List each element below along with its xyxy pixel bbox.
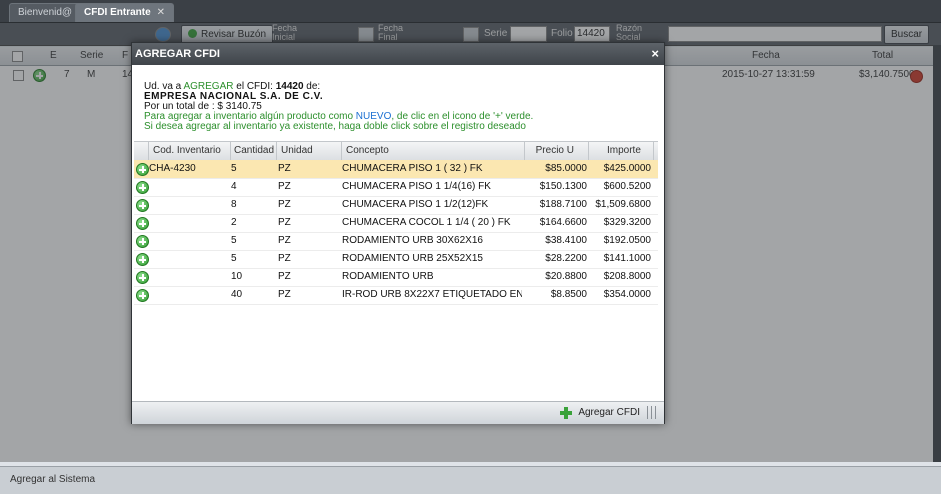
concepto: RODAMIENTO URB 25X52X15	[342, 253, 483, 264]
table-row[interactable]: 40 PZ IR-ROD URB 8X22X7 ETIQUETADO EN 1.…	[134, 286, 658, 305]
dialog-footer: Agregar CFDI	[132, 401, 664, 424]
table-row[interactable]: 2 PZ CHUMACERA COCOL 1 1/4 ( 20 ) FK $16…	[134, 214, 658, 233]
table-row[interactable]: 10 PZ RODAMIENTO URB $20.8800 $208.8000	[134, 268, 658, 287]
col-action	[134, 142, 149, 160]
table-row[interactable]: 4 PZ CHUMACERA PISO 1 1/4(16) FK $150.13…	[134, 178, 658, 197]
add-icon[interactable]	[136, 271, 149, 284]
cod-inventario: CHA-4230	[149, 163, 196, 174]
plus-icon	[560, 407, 573, 419]
precio-u: $38.4100	[545, 235, 587, 246]
cantidad: 8	[231, 199, 237, 210]
unidad: PZ	[278, 271, 291, 282]
concepto: RODAMIENTO URB	[342, 271, 434, 282]
table-row[interactable]: 5 PZ RODAMIENTO URB 30X62X16 $38.4100 $1…	[134, 232, 658, 251]
concepto: CHUMACERA PISO 1 1/4(16) FK	[342, 181, 491, 192]
importe: $600.5200	[603, 181, 651, 192]
col-cantidad[interactable]: Cantidad	[231, 142, 277, 160]
precio-u: $188.7100	[539, 199, 587, 210]
importe: $208.8000	[603, 271, 651, 282]
importe: $1,509.6800	[595, 199, 651, 210]
close-icon[interactable]: ×	[651, 43, 659, 65]
resize-grip	[647, 406, 648, 419]
concepto: IR-ROD URB 8X22X7 ETIQUETADO EN 1...	[342, 289, 522, 300]
unidad: PZ	[278, 199, 291, 210]
col-precio-u[interactable]: Precio U	[525, 142, 589, 160]
precio-u: $28.2200	[545, 253, 587, 264]
precio-u: $164.6600	[539, 217, 587, 228]
status-bar: Agregar al Sistema	[0, 466, 941, 494]
agregar-cfdi-dialog: AGREGAR CFDI × Ud. va a AGREGAR el CFDI:…	[131, 42, 665, 424]
tab-cfdi-entrante[interactable]: CFDI Entrante ✕	[75, 3, 175, 22]
close-tab-icon[interactable]: ✕	[157, 7, 165, 18]
unidad: PZ	[278, 163, 291, 174]
unidad: PZ	[278, 217, 291, 228]
resize-grip	[655, 406, 656, 419]
col-cod-inventario[interactable]: Cod. Inventario	[149, 142, 231, 160]
importe: $425.0000	[603, 163, 651, 174]
precio-u: $8.8500	[550, 289, 587, 300]
dialog-titlebar[interactable]: AGREGAR CFDI ×	[132, 43, 664, 65]
items-table-header: Cod. Inventario Cantidad Unidad Concepto…	[134, 141, 658, 161]
cantidad: 5	[231, 163, 237, 174]
add-icon[interactable]	[136, 163, 149, 176]
precio-u: $85.0000	[545, 163, 587, 174]
precio-u: $150.1300	[539, 181, 587, 192]
importe: $192.0500	[603, 235, 651, 246]
precio-u: $20.8800	[545, 271, 587, 282]
unidad: PZ	[278, 181, 291, 192]
tab-label: CFDI Entrante	[84, 7, 151, 18]
importe: $329.3200	[603, 217, 651, 228]
cantidad: 10	[231, 271, 243, 282]
concepto: CHUMACERA PISO 1 1/2(12)FK	[342, 199, 489, 210]
concepto: CHUMACERA COCOL 1 1/4 ( 20 ) FK	[342, 217, 511, 228]
importe: $141.1000	[603, 253, 651, 264]
tab-label: Bienvenid@	[18, 7, 73, 18]
add-icon[interactable]	[136, 235, 149, 248]
tab-bar: Bienvenid@ CFDI Entrante ✕	[0, 0, 941, 23]
table-row[interactable]: 5 PZ RODAMIENTO URB 25X52X15 $28.2200 $1…	[134, 250, 658, 269]
status-text: Agregar al Sistema	[10, 474, 96, 485]
cantidad: 5	[231, 253, 237, 264]
cantidad: 40	[231, 289, 243, 300]
table-row[interactable]: 8 PZ CHUMACERA PISO 1 1/2(12)FK $188.710…	[134, 196, 658, 215]
agregar-cfdi-label: Agregar CFDI	[578, 407, 640, 418]
resize-grip	[651, 406, 652, 419]
add-icon[interactable]	[136, 253, 149, 266]
agregar-cfdi-button[interactable]: Agregar CFDI	[558, 404, 640, 422]
tab-bienvenido[interactable]: Bienvenid@	[9, 3, 82, 22]
cfdi-info: Ud. va a AGREGAR el CFDI: 14420 de: EMPR…	[144, 82, 533, 132]
importe: $354.0000	[603, 289, 651, 300]
cantidad: 2	[231, 217, 237, 228]
dialog-title: AGREGAR CFDI	[135, 48, 220, 60]
concepto: CHUMACERA PISO 1 ( 32 ) FK	[342, 163, 483, 174]
add-icon[interactable]	[136, 199, 149, 212]
add-icon[interactable]	[136, 217, 149, 230]
table-row[interactable]: CHA-4230 5 PZ CHUMACERA PISO 1 ( 32 ) FK…	[134, 160, 658, 179]
unidad: PZ	[278, 253, 291, 264]
unidad: PZ	[278, 235, 291, 246]
col-concepto[interactable]: Concepto	[342, 142, 525, 160]
col-importe[interactable]: Importe	[589, 142, 654, 160]
info-hint-2: Si desea agregar al inventario ya existe…	[144, 121, 526, 132]
add-icon[interactable]	[136, 289, 149, 302]
concepto: RODAMIENTO URB 30X62X16	[342, 235, 483, 246]
cantidad: 5	[231, 235, 237, 246]
col-unidad[interactable]: Unidad	[277, 142, 342, 160]
cantidad: 4	[231, 181, 237, 192]
unidad: PZ	[278, 289, 291, 300]
add-icon[interactable]	[136, 181, 149, 194]
